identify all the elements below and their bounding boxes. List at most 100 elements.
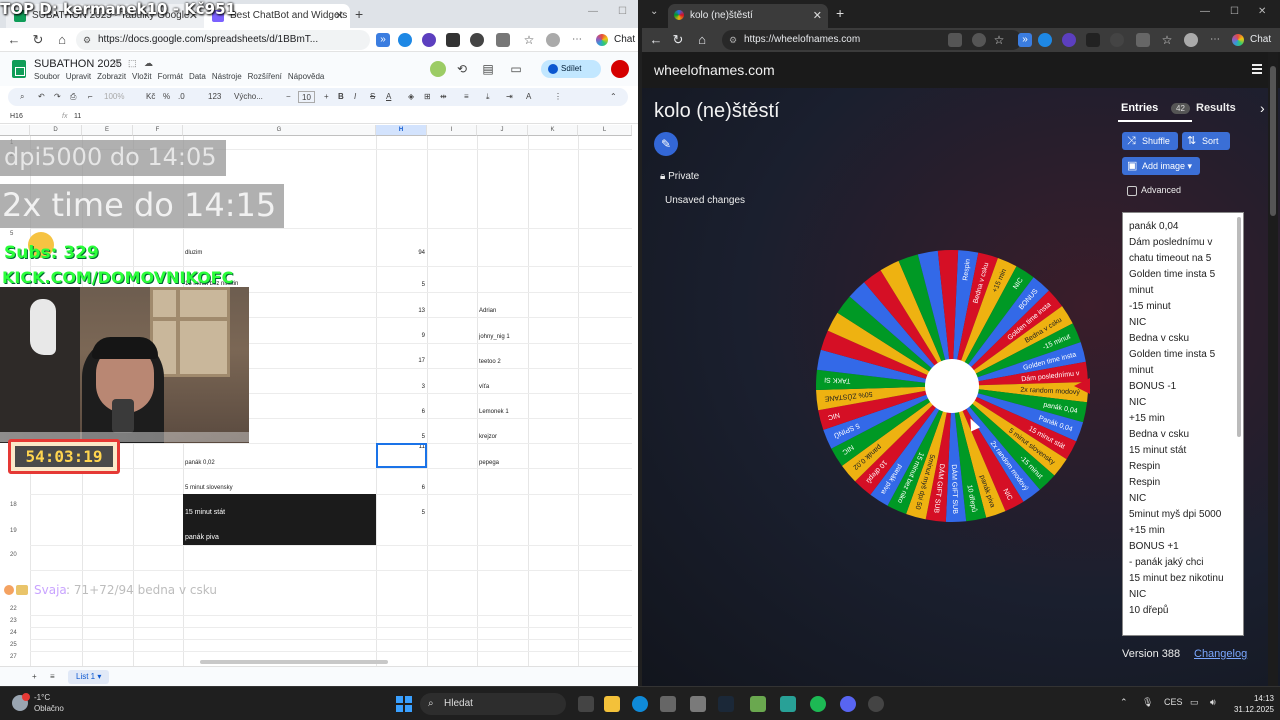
maximize-icon[interactable]: ☐ bbox=[618, 6, 627, 17]
doc-title[interactable]: SUBATHON 2025 bbox=[34, 58, 122, 70]
menu-format[interactable]: Formát bbox=[158, 72, 183, 81]
sort-button[interactable]: ⇅ Sort bbox=[1182, 132, 1230, 150]
menu-data[interactable]: Data bbox=[189, 72, 206, 81]
name-box[interactable]: H16 bbox=[10, 110, 23, 124]
text-color-icon[interactable]: A bbox=[386, 88, 391, 106]
cell-h[interactable]: 5 bbox=[380, 282, 425, 288]
unsaved-changes-label[interactable]: Unsaved changes bbox=[665, 195, 745, 206]
site-logo[interactable]: wheelofnames.com bbox=[654, 62, 775, 78]
network-icon[interactable]: ▭ bbox=[1190, 697, 1199, 708]
cell-h[interactable]: 9 bbox=[380, 333, 425, 339]
column-header[interactable]: J bbox=[477, 125, 528, 136]
percent-button[interactable]: % bbox=[163, 88, 170, 106]
cell-j[interactable]: víťa bbox=[479, 384, 489, 390]
corner-cell[interactable] bbox=[0, 125, 30, 136]
advanced-checkbox[interactable] bbox=[1127, 186, 1137, 196]
more-icon[interactable]: ⋯ bbox=[1208, 33, 1222, 47]
chevron-right-icon[interactable]: › bbox=[1260, 100, 1265, 116]
wrap-icon[interactable]: ⇥ bbox=[506, 88, 513, 106]
copilot-chat-button[interactable]: Chat bbox=[1228, 31, 1279, 49]
app-icon[interactable] bbox=[750, 696, 766, 712]
format-button[interactable]: 123 bbox=[208, 88, 221, 106]
row-header[interactable]: 23 bbox=[0, 615, 30, 627]
cell-h[interactable]: 6 bbox=[380, 485, 425, 491]
align-icon[interactable]: ≡ bbox=[464, 88, 469, 106]
cell-j[interactable]: Adrian bbox=[479, 308, 496, 314]
menu-help[interactable]: Nápověda bbox=[288, 72, 324, 81]
entry-line[interactable]: 15 minut bez nikotinu bbox=[1129, 571, 1239, 587]
extension-icon[interactable] bbox=[1110, 33, 1124, 47]
extension-icon[interactable] bbox=[446, 33, 460, 47]
new-tab-icon[interactable]: + bbox=[836, 5, 844, 21]
extension-icon[interactable] bbox=[1062, 33, 1076, 47]
star-icon[interactable]: ☆ bbox=[112, 58, 121, 69]
task-view-icon[interactable] bbox=[578, 696, 594, 712]
entry-line[interactable]: 15 minut stát bbox=[1129, 443, 1239, 459]
home-icon[interactable]: ⌂ bbox=[54, 32, 70, 48]
row-header[interactable]: 24 bbox=[0, 627, 30, 639]
cell-h[interactable]: 94 bbox=[380, 250, 425, 256]
share-button[interactable]: Sdílet bbox=[541, 60, 601, 78]
sheet-tab[interactable]: List 1 ▾ bbox=[68, 670, 110, 684]
steam-icon[interactable] bbox=[718, 696, 734, 712]
extension-icon[interactable] bbox=[422, 33, 436, 47]
changelog-link[interactable]: Changelog bbox=[1194, 648, 1247, 660]
cell-j[interactable]: Lemonek 1 bbox=[479, 409, 509, 415]
profile-icon[interactable] bbox=[1184, 33, 1198, 47]
close-window-icon[interactable]: ✕ bbox=[1258, 6, 1266, 17]
close-icon[interactable]: ✕ bbox=[335, 9, 344, 22]
redo-icon[interactable]: ↷ bbox=[54, 88, 61, 106]
meet-icon[interactable]: ▭ bbox=[508, 61, 524, 77]
entries-scrollbar[interactable] bbox=[1237, 217, 1241, 437]
puzzle-icon[interactable] bbox=[496, 33, 510, 47]
cell-g[interactable]: panák piva bbox=[185, 534, 219, 541]
favorites-icon[interactable]: ☆ bbox=[1160, 33, 1174, 47]
add-image-button[interactable]: ▣ Add image ▾ bbox=[1122, 157, 1200, 175]
zoom-select[interactable]: 100% bbox=[104, 88, 124, 106]
tab-actions-icon[interactable]: ⌄ bbox=[650, 6, 664, 20]
menu-tools[interactable]: Nástroje bbox=[212, 72, 242, 81]
cell-g[interactable]: dluzim bbox=[185, 250, 202, 256]
move-icon[interactable]: ⬚ bbox=[128, 58, 137, 69]
plus-icon[interactable]: + bbox=[324, 88, 329, 106]
column-header[interactable]: L bbox=[578, 125, 632, 136]
close-icon[interactable]: ✕ bbox=[813, 9, 822, 22]
history-icon[interactable]: ⟲ bbox=[454, 61, 470, 77]
entries-textarea[interactable]: panák 0,04 Dám poslednímu v chatu timeout… bbox=[1122, 212, 1244, 636]
extension-icon[interactable] bbox=[398, 33, 412, 47]
taskbar-search[interactable]: ⌕ Hledat bbox=[420, 693, 566, 715]
column-header[interactable]: I bbox=[427, 125, 477, 136]
cell-j[interactable]: krejzor bbox=[479, 434, 497, 440]
maximize-icon[interactable]: ☐ bbox=[1230, 6, 1239, 17]
undo-icon[interactable]: ↶ bbox=[38, 88, 45, 106]
menu-view[interactable]: Zobrazit bbox=[97, 72, 126, 81]
entry-line[interactable]: NIC bbox=[1129, 491, 1239, 507]
borders-icon[interactable]: ⊞ bbox=[424, 88, 431, 106]
app-icon[interactable] bbox=[690, 696, 706, 712]
row-header[interactable]: 22 bbox=[0, 603, 30, 615]
more-icon[interactable]: ⋯ bbox=[570, 33, 584, 47]
horizontal-scrollbar[interactable] bbox=[200, 660, 388, 664]
extension-icon[interactable] bbox=[470, 33, 484, 47]
minimize-icon[interactable]: — bbox=[1200, 6, 1210, 17]
weather-widget[interactable]: -1°C Oblačno bbox=[34, 692, 64, 714]
search-icon[interactable]: ⌕ bbox=[20, 88, 24, 106]
spotify-icon[interactable] bbox=[810, 696, 826, 712]
entry-line[interactable]: BONUS -1 bbox=[1129, 379, 1239, 395]
row-header[interactable]: 18 bbox=[0, 499, 30, 511]
column-header[interactable]: E bbox=[82, 125, 133, 136]
page-scrollbar[interactable] bbox=[1268, 52, 1278, 686]
private-button[interactable]: 🔒︎ Private bbox=[660, 171, 699, 182]
all-sheets-icon[interactable]: ≡ bbox=[50, 667, 55, 686]
row-header[interactable]: 19 bbox=[0, 525, 30, 537]
formula-input[interactable]: 11 bbox=[74, 110, 81, 124]
cell-g[interactable]: 5 minut slovensky bbox=[185, 485, 233, 491]
cell-h[interactable]: 13 bbox=[380, 308, 425, 314]
cell-g[interactable]: panák 0,02 bbox=[185, 460, 215, 466]
app-icon[interactable] bbox=[780, 696, 796, 712]
entry-line[interactable]: Dám poslednímu v chatu timeout na 5 bbox=[1129, 235, 1239, 267]
tray-chevron-icon[interactable]: ⌃ bbox=[1120, 697, 1128, 708]
decimals-button[interactable]: .0 bbox=[178, 88, 185, 106]
cell-h[interactable]: 17 bbox=[380, 358, 425, 364]
favorites-icon[interactable]: ☆ bbox=[522, 33, 536, 47]
